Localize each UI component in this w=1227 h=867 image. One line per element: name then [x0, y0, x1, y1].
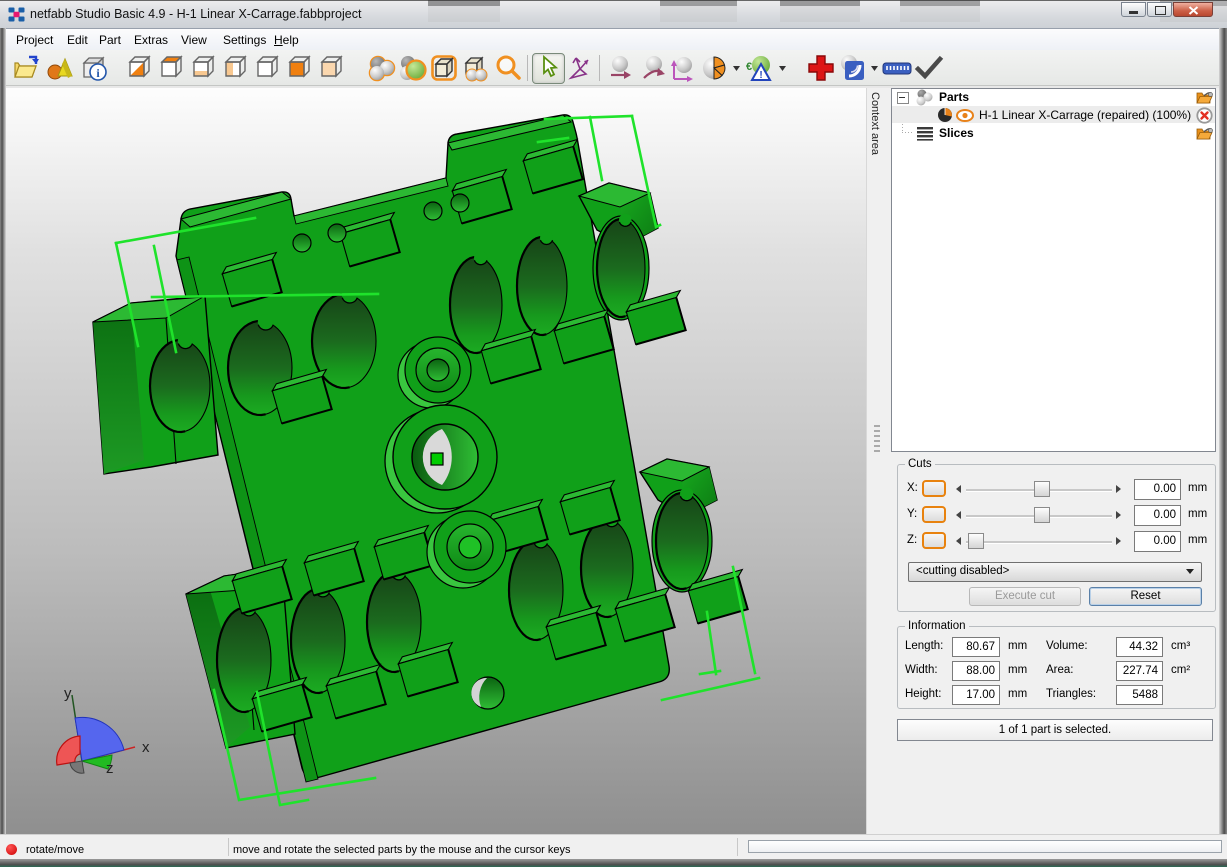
svg-text:z: z [106, 760, 114, 777]
svg-text:!: ! [759, 70, 762, 81]
svg-text:€: € [746, 61, 752, 73]
svg-text:y: y [64, 685, 72, 702]
svg-text:x: x [142, 739, 150, 756]
